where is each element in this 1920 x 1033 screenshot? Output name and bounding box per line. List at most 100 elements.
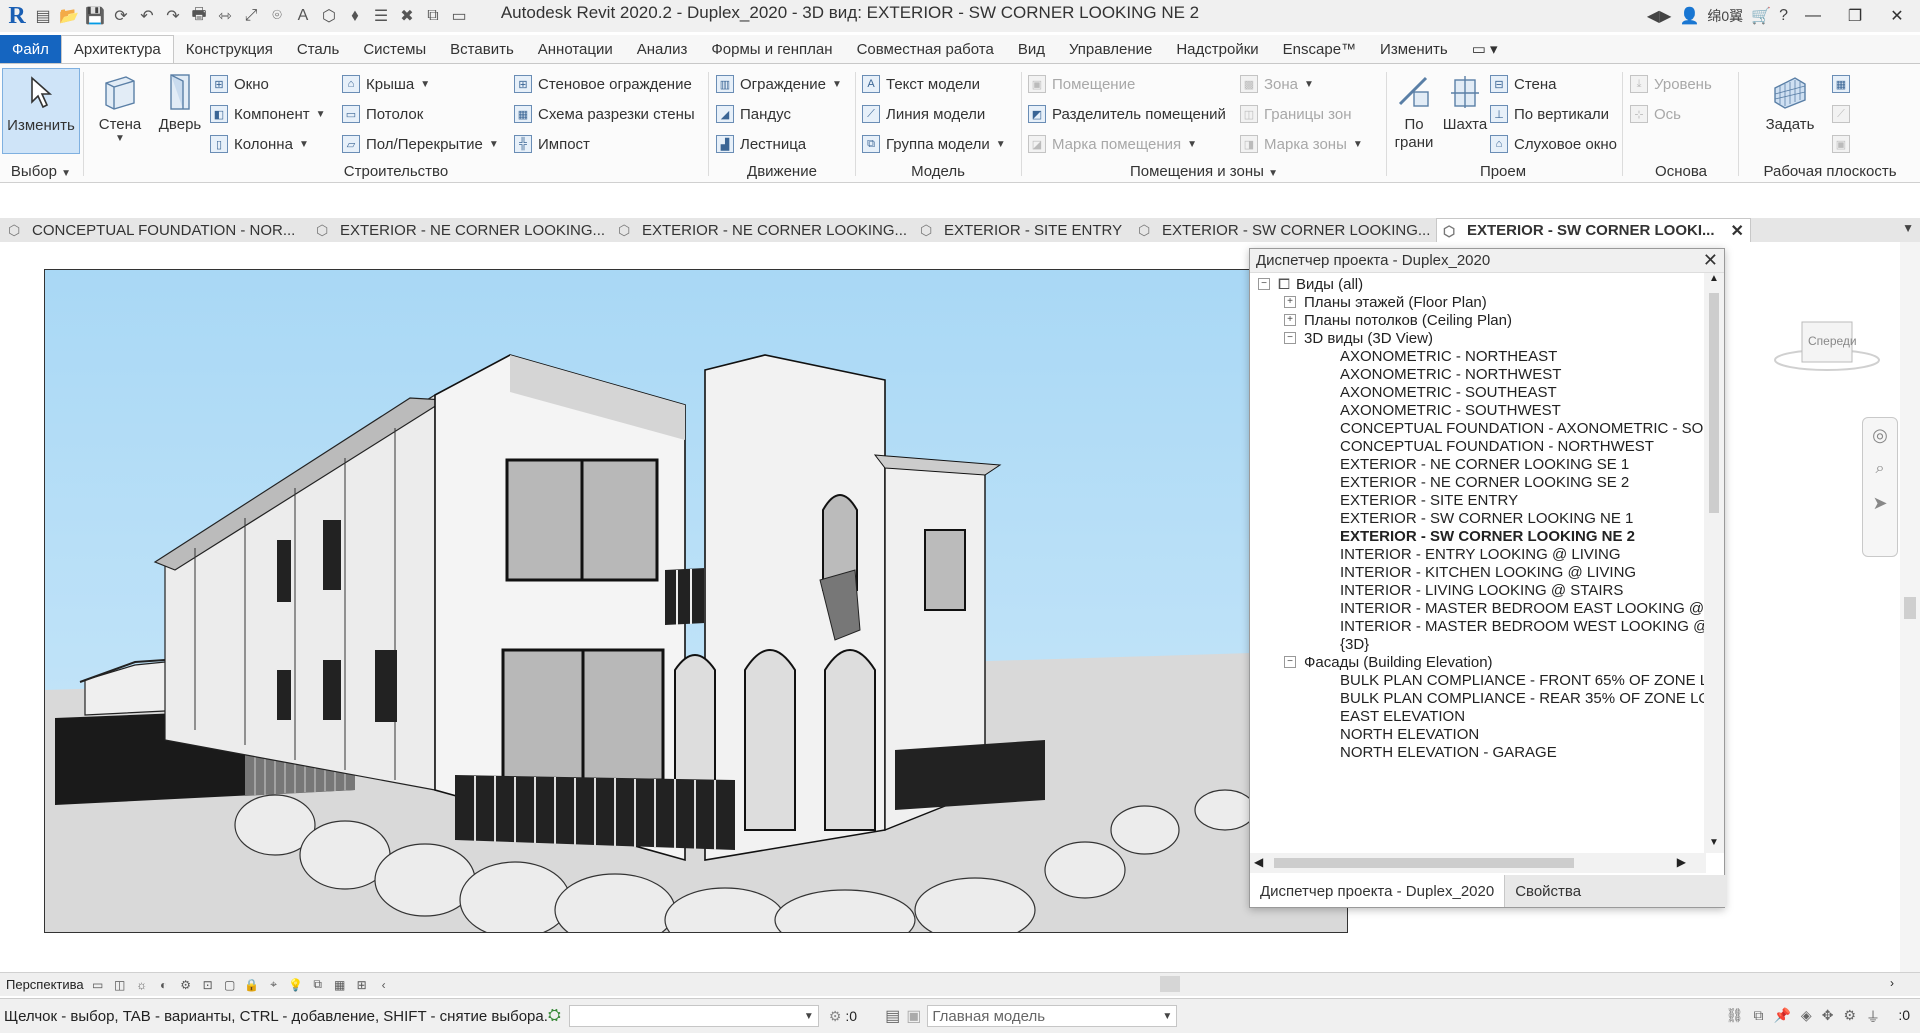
stair-button[interactable]: ▟ Лестница bbox=[716, 132, 806, 156]
tab-architecture[interactable]: Архитектура bbox=[60, 35, 174, 63]
show-workplane-button[interactable]: ▦ bbox=[1832, 72, 1850, 96]
door-button[interactable]: Дверь bbox=[150, 68, 210, 154]
modify-button[interactable]: Изменить bbox=[2, 68, 80, 154]
crop-view-icon[interactable]: ⊡ bbox=[200, 977, 216, 993]
model-group-button[interactable]: ⧉ Группа модели ▼ bbox=[862, 132, 1006, 156]
mullion-button[interactable]: ╬ Импост bbox=[514, 132, 590, 156]
area-button[interactable]: ▩ Зона ▼ bbox=[1240, 72, 1314, 96]
print-icon[interactable]: 🖶 bbox=[188, 5, 210, 27]
close-icon[interactable]: ✕ bbox=[1703, 250, 1718, 271]
background-processes-icon[interactable]: ⚙ bbox=[1843, 1007, 1856, 1027]
tab-structure[interactable]: Конструкция bbox=[174, 35, 285, 63]
expand-icon[interactable]: + bbox=[1284, 296, 1296, 308]
tabs-overflow-icon[interactable]: ▼ bbox=[1902, 221, 1914, 235]
view-tab-active[interactable]: ⬡ EXTERIOR - SW CORNER LOOKI... ✕ bbox=[1436, 218, 1751, 242]
wall-opening-button[interactable]: ⊟ Стена bbox=[1490, 72, 1557, 96]
tab-systems[interactable]: Системы bbox=[351, 35, 438, 63]
worksharing-display-icon[interactable]: ⧉ bbox=[310, 977, 326, 993]
viewcube[interactable]: Спереди bbox=[1772, 302, 1882, 382]
measure-icon[interactable]: ⇿ bbox=[214, 5, 236, 27]
workset-dropdown[interactable]: ▼ bbox=[568, 1005, 819, 1027]
revit-logo-icon[interactable]: R bbox=[6, 3, 28, 29]
visual-style-icon[interactable]: ◫ bbox=[112, 977, 128, 993]
dimension-icon[interactable]: ⤢ bbox=[240, 5, 262, 27]
floor-button[interactable]: ▱ Пол/Перекрытие ▼ bbox=[342, 132, 499, 156]
tab-manage[interactable]: Управление bbox=[1057, 35, 1164, 63]
shadows-icon[interactable]: ◐ bbox=[156, 977, 172, 993]
by-face-button[interactable]: По грани bbox=[1388, 68, 1440, 154]
search-icon[interactable]: ◀▶ bbox=[1647, 6, 1672, 26]
tree-item[interactable]: INTERIOR - MASTER BEDROOM WEST LOOKING @… bbox=[1340, 615, 1706, 637]
component-button[interactable]: ◧ Компонент ▼ bbox=[210, 102, 326, 126]
ceiling-button[interactable]: ▭ Потолок bbox=[342, 102, 423, 126]
steering-wheel-icon[interactable]: ◎ bbox=[1863, 418, 1897, 452]
scroll-right-icon[interactable]: ▶ bbox=[1677, 855, 1686, 869]
expand-icon[interactable]: + bbox=[1284, 314, 1296, 326]
scroll-left-icon[interactable]: ◀ bbox=[1254, 855, 1263, 869]
reveal-hidden-icon[interactable]: 💡 bbox=[288, 977, 304, 993]
horizontal-scrollbar-thumb[interactable] bbox=[1160, 976, 1180, 992]
model-group-dropdown-icon[interactable]: ▼ bbox=[996, 139, 1006, 150]
room-tag-dropdown-icon[interactable]: ▼ bbox=[1187, 139, 1197, 150]
close-window-button[interactable]: ✕ bbox=[1880, 6, 1914, 26]
thin-lines-icon[interactable]: ☰ bbox=[370, 5, 392, 27]
select-pinned-icon[interactable]: 📌 bbox=[1773, 1007, 1790, 1027]
area-dropdown-icon[interactable]: ▼ bbox=[1304, 79, 1314, 90]
drag-elements-icon[interactable]: ✥ bbox=[1822, 1007, 1834, 1027]
model-text-button[interactable]: A Текст модели bbox=[862, 72, 980, 96]
roof-button[interactable]: ⌂ Крыша ▼ bbox=[342, 72, 430, 96]
room-button[interactable]: ▣ Помещение bbox=[1028, 72, 1135, 96]
railing-dropdown-icon[interactable]: ▼ bbox=[832, 79, 842, 90]
walk-icon[interactable]: ➤ bbox=[1863, 486, 1897, 520]
design-options-icon[interactable]: ▤ bbox=[885, 1006, 900, 1026]
ramp-button[interactable]: ◢ Пандус bbox=[716, 102, 791, 126]
window-button[interactable]: ⊞ Окно bbox=[210, 72, 269, 96]
tab-massing-site[interactable]: Формы и генплан bbox=[699, 35, 844, 63]
text-icon[interactable]: A bbox=[292, 5, 314, 27]
viewer-button[interactable]: ▣ bbox=[1832, 132, 1850, 156]
collapse-icon[interactable]: − bbox=[1258, 278, 1270, 290]
analytical-model-icon[interactable]: ▦ bbox=[332, 977, 348, 993]
drawing-vertical-scrollbar[interactable] bbox=[1900, 242, 1920, 972]
tag-icon[interactable]: ⌾ bbox=[266, 5, 288, 27]
scroll-down-icon[interactable]: ▼ bbox=[1704, 837, 1724, 853]
user-icon[interactable]: 👤 bbox=[1679, 6, 1699, 26]
select-links-icon[interactable]: ⛓ bbox=[1726, 1007, 1744, 1027]
tab-collaborate[interactable]: Совместная работа bbox=[845, 35, 1006, 63]
railing-button[interactable]: ▥ Ограждение ▼ bbox=[716, 72, 842, 96]
user-name[interactable]: 绵0翼 bbox=[1707, 6, 1743, 26]
tree-item[interactable]: NORTH ELEVATION - GARAGE bbox=[1340, 741, 1557, 763]
scrollbar-thumb[interactable] bbox=[1274, 858, 1574, 868]
sync-icon[interactable]: ⟳ bbox=[110, 5, 132, 27]
component-dropdown-icon[interactable]: ▼ bbox=[316, 109, 326, 120]
tab-annotate[interactable]: Аннотации bbox=[526, 35, 625, 63]
editing-requests-icon[interactable]: ⚙ bbox=[829, 1008, 842, 1025]
column-button[interactable]: ▯ Колонна ▼ bbox=[210, 132, 309, 156]
collapse-icon[interactable]: − bbox=[1284, 656, 1296, 668]
filter-icon[interactable]: ⏚ bbox=[1866, 1007, 1880, 1027]
scrollbar-thumb[interactable] bbox=[1904, 597, 1916, 619]
tab-steel[interactable]: Сталь bbox=[285, 35, 351, 63]
cart-icon[interactable]: 🛒 bbox=[1751, 6, 1771, 26]
view-tab[interactable]: ⬡ EXTERIOR - SW CORNER LOOKING... bbox=[1138, 218, 1430, 242]
shaft-button[interactable]: Шахта bbox=[1438, 68, 1492, 154]
collapse-icon[interactable]: − bbox=[1284, 332, 1296, 344]
area-tag-dropdown-icon[interactable]: ▼ bbox=[1353, 139, 1363, 150]
switch-windows-icon[interactable]: ⧉ bbox=[422, 5, 444, 27]
design-option-dropdown[interactable]: Главная модель ▼ bbox=[927, 1005, 1178, 1027]
design-options-edit-icon[interactable]: ▣ bbox=[906, 1006, 921, 1026]
zoom-icon[interactable]: ⌕ bbox=[1863, 452, 1897, 486]
tab-file[interactable]: Файл bbox=[0, 35, 61, 63]
help-icon[interactable]: ? bbox=[1779, 7, 1788, 25]
customize-icon[interactable]: ▭ bbox=[448, 5, 470, 27]
room-tag-button[interactable]: ◪ Марка помещения ▼ bbox=[1028, 132, 1197, 156]
detail-level-icon[interactable]: ▭ bbox=[90, 977, 106, 993]
scroll-right-icon[interactable]: › bbox=[1890, 976, 1894, 990]
curtain-system-button[interactable]: ⊞ Стеновое ограждение bbox=[514, 72, 692, 96]
area-boundary-button[interactable]: ◫ Границы зон bbox=[1240, 102, 1352, 126]
model-line-button[interactable]: ⟋ Линия модели bbox=[862, 102, 985, 126]
collapse-bar-icon[interactable]: ‹ bbox=[376, 977, 392, 993]
curtain-grid-button[interactable]: ▦ Схема разрезки стены bbox=[514, 102, 695, 126]
floor-dropdown-icon[interactable]: ▼ bbox=[489, 139, 499, 150]
minimize-button[interactable]: — bbox=[1796, 7, 1830, 25]
